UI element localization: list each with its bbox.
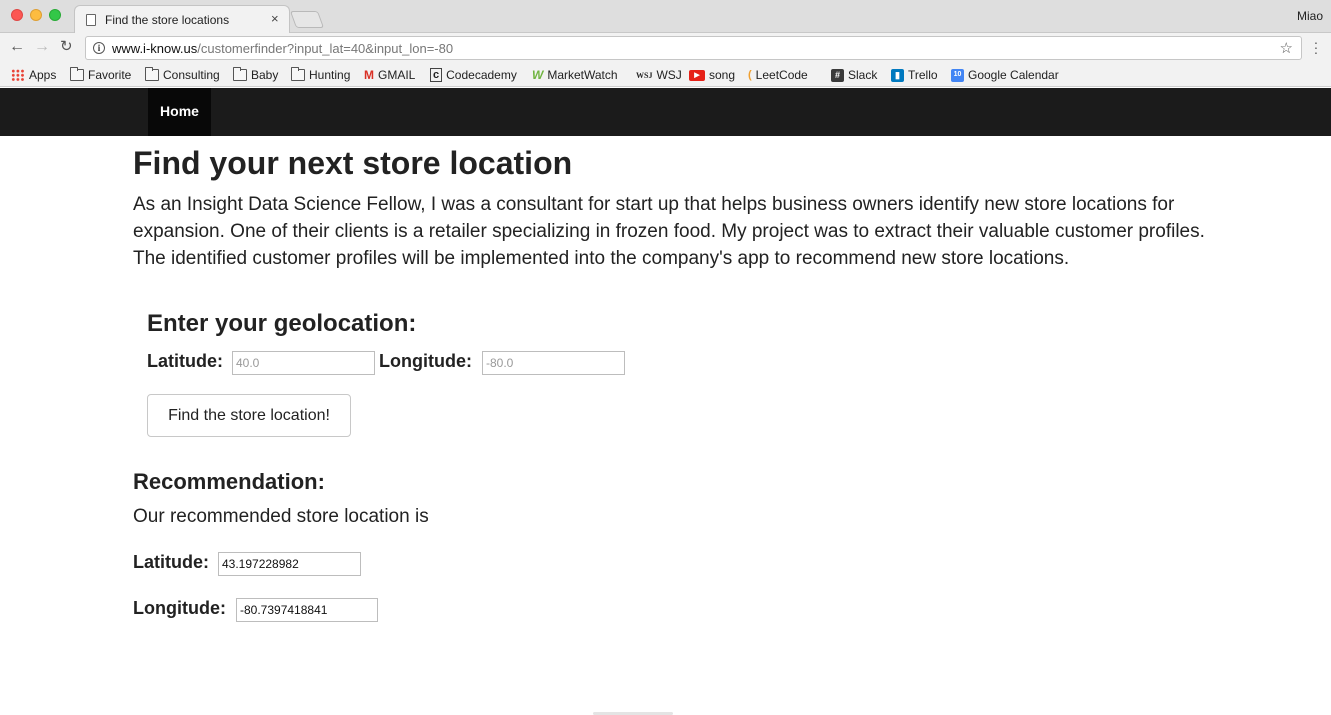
bookmark-consulting[interactable]: Consulting <box>145 67 220 82</box>
bookmark-trello[interactable]: ▮ Trello <box>891 68 938 82</box>
bookmark-label: Codecademy <box>446 68 517 82</box>
bookmark-apps[interactable]: Apps <box>11 68 56 82</box>
folder-icon <box>145 67 159 81</box>
browser-toolbar: ← → ↻ i www.i-know.us/customerfinder?inp… <box>0 33 1331 63</box>
recommended-longitude-label: Longitude: <box>133 598 226 618</box>
reload-icon[interactable]: ↻ <box>60 38 73 56</box>
maximize-window-button[interactable] <box>49 9 61 21</box>
tab-close-icon[interactable]: × <box>271 11 279 26</box>
tab-title: Find the store locations <box>105 13 230 27</box>
bookmark-star-icon[interactable]: ☆ <box>1280 39 1293 57</box>
bookmark-baby[interactable]: Baby <box>233 67 279 82</box>
bookmark-gmail[interactable]: M GMAIL <box>364 68 415 82</box>
latitude-label: Latitude: <box>147 351 223 371</box>
forward-arrow-icon[interactable]: → <box>34 38 50 56</box>
apps-grid-icon <box>11 69 25 81</box>
longitude-input[interactable] <box>482 351 625 375</box>
recommended-latitude-field[interactable] <box>218 552 361 576</box>
url-host: www.i-know.us <box>112 41 198 56</box>
address-bar[interactable]: i www.i-know.us/customerfinder?input_lat… <box>85 36 1302 60</box>
bookmark-label: WSJ <box>656 68 682 82</box>
wsj-icon: WSJ <box>636 70 653 80</box>
browser-tab-strip: Find the store locations × Miao <box>0 0 1331 34</box>
trello-icon: ▮ <box>891 68 904 82</box>
longitude-label: Longitude: <box>379 351 472 371</box>
bookmark-label: Hunting <box>309 68 351 82</box>
codecademy-icon: c <box>430 68 443 82</box>
nav-home-link[interactable]: Home <box>148 88 211 136</box>
bookmark-song[interactable]: ▶ song <box>689 68 735 82</box>
bookmark-google-calendar[interactable]: 10 Google Calendar <box>951 68 1059 82</box>
close-window-button[interactable] <box>11 9 23 21</box>
minimize-window-button[interactable] <box>30 9 42 21</box>
bookmark-label: GMAIL <box>378 68 416 82</box>
page-icon <box>86 14 96 26</box>
bookmark-label: Apps <box>29 68 57 82</box>
youtube-icon: ▶ <box>689 69 705 81</box>
bookmark-codecademy[interactable]: c Codecademy <box>430 68 517 82</box>
folder-icon <box>291 67 305 81</box>
bookmark-label: LeetCode <box>755 68 808 82</box>
intro-paragraph: As an Insight Data Science Fellow, I was… <box>133 194 1205 269</box>
url-path: /customerfinder?input_lat=40&input_lon=-… <box>197 41 454 56</box>
bookmark-label: Google Calendar <box>968 68 1059 82</box>
bookmark-marketwatch[interactable]: W MarketWatch <box>532 68 618 82</box>
folder-icon <box>70 67 84 81</box>
info-icon[interactable]: i <box>93 42 105 54</box>
browser-tab-active[interactable]: Find the store locations × <box>74 5 290 34</box>
geolocation-heading: Enter your geolocation: <box>147 310 417 337</box>
recommendation-heading: Recommendation: <box>133 469 325 494</box>
calendar-icon: 10 <box>951 68 964 82</box>
bookmark-hunting[interactable]: Hunting <box>291 67 351 82</box>
slack-icon: # <box>831 68 844 82</box>
gmail-icon: M <box>364 68 374 82</box>
bookmark-label: MarketWatch <box>547 68 618 82</box>
new-tab-button[interactable] <box>289 11 325 28</box>
latitude-input[interactable] <box>232 351 375 375</box>
bookmark-label: Trello <box>908 68 938 82</box>
bookmark-label: Baby <box>251 68 279 82</box>
bookmark-slack[interactable]: # Slack <box>831 68 877 82</box>
bookmark-wsj[interactable]: WSJ WSJ <box>636 68 682 82</box>
bookmark-label: Favorite <box>88 68 132 82</box>
profile-name[interactable]: Miao <box>1297 9 1323 23</box>
browser-menu-icon[interactable]: · · · <box>1311 35 1321 59</box>
recommendation-text: Our recommended store location is <box>133 506 429 527</box>
folder-icon <box>233 67 247 81</box>
bookmark-label: song <box>709 68 736 82</box>
marketwatch-icon: W <box>532 68 544 82</box>
site-navbar: Home <box>0 88 1331 136</box>
bookmark-favorite[interactable]: Favorite <box>70 67 132 82</box>
recommended-longitude-field[interactable] <box>236 598 378 622</box>
page-title: Find your next store location <box>133 145 573 181</box>
leetcode-icon: ( <box>748 69 752 81</box>
bookmark-leetcode[interactable]: (LeetCode <box>748 68 808 82</box>
recommended-latitude-label: Latitude: <box>133 552 209 572</box>
url-text[interactable]: www.i-know.us/customerfinder?input_lat=4… <box>112 41 453 56</box>
find-store-button[interactable]: Find the store location! <box>147 394 351 437</box>
bookmark-label: Slack <box>848 68 878 82</box>
back-arrow-icon[interactable]: ← <box>9 38 25 56</box>
bookmarks-bar: Apps Favorite Consulting Baby Hunting MG… <box>0 63 1331 87</box>
bookmark-label: Consulting <box>163 68 220 82</box>
